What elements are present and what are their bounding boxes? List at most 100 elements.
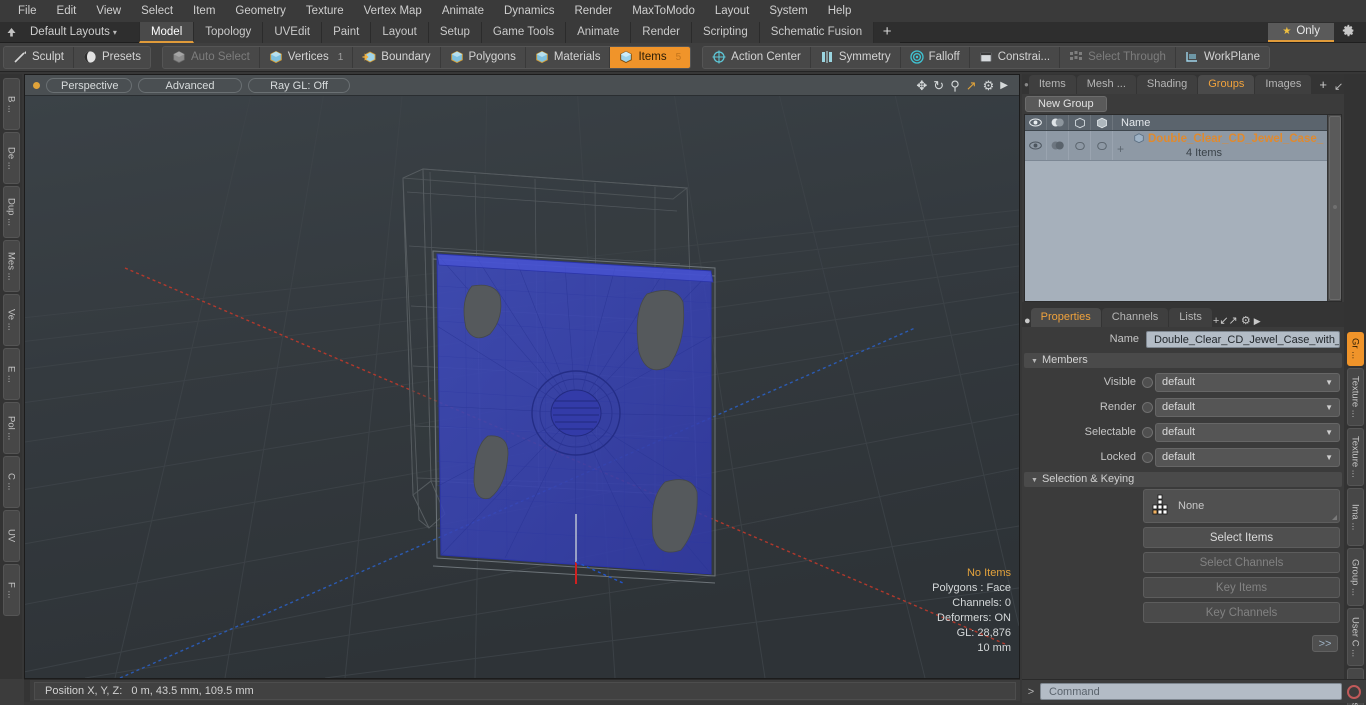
row-shaded-toggle[interactable] <box>1091 131 1113 160</box>
row-eye-icon[interactable] <box>1025 131 1047 160</box>
tool-constrai[interactable]: Constrai... <box>969 46 1061 68</box>
members-section-header[interactable]: ▼ Members <box>1024 353 1342 368</box>
more-options-button[interactable]: >> <box>1312 635 1338 652</box>
left-vtab-b[interactable]: B ... <box>2 78 20 130</box>
left-vtab-dup[interactable]: Dup ... <box>2 186 20 238</box>
layout-tab-animate[interactable]: Animate <box>566 21 632 43</box>
layout-tab-model[interactable]: Model <box>138 21 195 43</box>
row-render-icon[interactable] <box>1047 131 1069 160</box>
add-layout-tab-button[interactable]: + <box>874 21 901 43</box>
layout-tab-layout[interactable]: Layout <box>371 21 429 43</box>
only-toggle-button[interactable]: ★ Only <box>1268 22 1334 42</box>
layout-tab-setup[interactable]: Setup <box>428 21 482 43</box>
row-wireframe-toggle[interactable] <box>1069 131 1091 160</box>
fit-icon[interactable]: ↗ <box>966 79 977 92</box>
left-vtab-mes[interactable]: Mes ... <box>2 240 20 292</box>
tab-channels[interactable]: Channels <box>1101 308 1169 327</box>
mode-auto-select[interactable]: Auto Select <box>162 46 260 68</box>
right-vtab-gr[interactable]: Gr ... <box>1346 332 1364 366</box>
arrow-right-icon[interactable]: ▶ <box>1254 316 1261 326</box>
menu-item-dynamics[interactable]: Dynamics <box>494 0 564 22</box>
menu-item-render[interactable]: Render <box>564 0 622 22</box>
properties-menu-dot-icon[interactable]: ● <box>1024 315 1031 327</box>
mode-materials[interactable]: Materials <box>525 46 611 68</box>
tab-properties[interactable]: Properties <box>1030 308 1101 327</box>
button-select-items[interactable]: Select Items <box>1143 527 1340 548</box>
member-dropdown-render[interactable]: default ▼ <box>1155 397 1340 417</box>
menu-item-texture[interactable]: Texture <box>296 0 354 22</box>
mode-vertices[interactable]: Vertices 1 <box>259 46 354 68</box>
tab-items[interactable]: Items <box>1028 75 1076 94</box>
tab-mesh[interactable]: Mesh ... <box>1076 75 1136 94</box>
right-vtab-ima[interactable]: Ima ... <box>1346 488 1364 546</box>
right-vtab-group[interactable]: Group ... <box>1346 548 1364 606</box>
move-icon[interactable]: ✥ <box>916 79 927 92</box>
selection-set-selector[interactable]: None <box>1143 489 1340 523</box>
left-vtab-ve[interactable]: Ve ... <box>2 294 20 346</box>
eye-icon[interactable] <box>1025 115 1047 130</box>
tool-workplane[interactable]: WorkPlane <box>1175 46 1269 68</box>
add-panel-tab-button[interactable]: + <box>1312 76 1334 94</box>
member-knob-render[interactable] <box>1142 401 1153 413</box>
group-list-empty-area[interactable] <box>1025 161 1341 301</box>
viewport-shading-selector[interactable]: Advanced <box>138 77 242 93</box>
menu-item-animate[interactable]: Animate <box>432 0 494 22</box>
tool-symmetry[interactable]: Symmetry <box>810 46 901 68</box>
menu-item-edit[interactable]: Edit <box>47 0 87 22</box>
tool-presets[interactable]: Presets <box>73 46 150 68</box>
group-list-scrollbar[interactable] <box>1327 115 1341 301</box>
layout-tab-schematic-fusion[interactable]: Schematic Fusion <box>759 21 875 43</box>
member-dropdown-selectable[interactable]: default ▼ <box>1155 422 1340 442</box>
gear-icon[interactable]: ⚙ <box>1241 315 1251 327</box>
right-vtab-userc[interactable]: User C ... <box>1346 608 1364 666</box>
shaded-icon[interactable] <box>1091 115 1113 130</box>
menu-item-file[interactable]: File <box>8 0 47 22</box>
menu-item-help[interactable]: Help <box>818 0 862 22</box>
new-group-button[interactable]: New Group <box>1025 96 1107 112</box>
tool-falloff[interactable]: Falloff <box>900 46 970 68</box>
expand-icon[interactable]: ↙↗ <box>1219 315 1237 327</box>
expand-group-button[interactable]: + <box>1117 142 1124 156</box>
menu-item-vertex-map[interactable]: Vertex Map <box>354 0 432 22</box>
mode-items[interactable]: Items 5 <box>610 46 691 68</box>
table-row[interactable]: + Double_Clear_CD_Jewel_Case_ ... 4 Item… <box>1025 131 1341 161</box>
3d-viewport[interactable]: Perspective Advanced Ray GL: Off ✥ ↻ ⚲ ↗… <box>24 74 1020 679</box>
zoom-icon[interactable]: ⚲ <box>950 79 960 92</box>
layout-tab-scripting[interactable]: Scripting <box>691 21 760 43</box>
tab-lists[interactable]: Lists <box>1169 308 1212 327</box>
menu-item-view[interactable]: View <box>86 0 131 22</box>
viewport-projection-selector[interactable]: Perspective <box>46 77 132 93</box>
tab-images[interactable]: Images <box>1255 75 1312 94</box>
tab-groups[interactable]: Groups <box>1198 75 1255 94</box>
member-dropdown-locked[interactable]: default ▼ <box>1155 447 1340 467</box>
layout-preset-selector[interactable]: Default Layouts ▾ <box>22 26 125 38</box>
member-dropdown-visible[interactable]: default ▼ <box>1155 372 1340 392</box>
home-up-icon[interactable] <box>0 22 22 43</box>
layout-tab-topology[interactable]: Topology <box>194 21 264 43</box>
tab-shading[interactable]: Shading <box>1136 75 1198 94</box>
layout-tab-paint[interactable]: Paint <box>322 21 372 43</box>
layout-tab-game-tools[interactable]: Game Tools <box>481 21 567 43</box>
layout-tab-render[interactable]: Render <box>631 21 692 43</box>
tool-action-center[interactable]: Action Center <box>703 46 811 68</box>
wireframe-icon[interactable] <box>1069 115 1091 130</box>
rotate-icon[interactable]: ↻ <box>933 79 944 92</box>
left-vtab-pol[interactable]: Pol ... <box>2 402 20 454</box>
menu-item-maxtomodo[interactable]: MaxToModo <box>622 0 705 22</box>
right-vtab-texture[interactable]: Texture ... <box>1346 428 1364 486</box>
layout-tab-uvedit[interactable]: UVEdit <box>263 21 323 43</box>
record-icon[interactable] <box>1342 684 1366 699</box>
right-vtab-texture[interactable]: Texture ... <box>1346 368 1364 426</box>
member-knob-visible[interactable] <box>1142 376 1153 388</box>
left-vtab-c[interactable]: C ... <box>2 456 20 508</box>
viewport-raygl-selector[interactable]: Ray GL: Off <box>248 77 350 93</box>
gear-icon[interactable] <box>1334 24 1362 40</box>
status-bar-grip[interactable] <box>24 679 30 702</box>
menu-item-geometry[interactable]: Geometry <box>225 0 296 22</box>
mode-boundary[interactable]: Boundary <box>353 46 441 68</box>
member-knob-locked[interactable] <box>1142 451 1153 463</box>
left-vtab-uv[interactable]: UV <box>2 510 20 562</box>
command-input[interactable]: Command <box>1040 683 1342 700</box>
tool-select-through[interactable]: Select Through <box>1060 46 1176 68</box>
menu-item-system[interactable]: System <box>759 0 817 22</box>
